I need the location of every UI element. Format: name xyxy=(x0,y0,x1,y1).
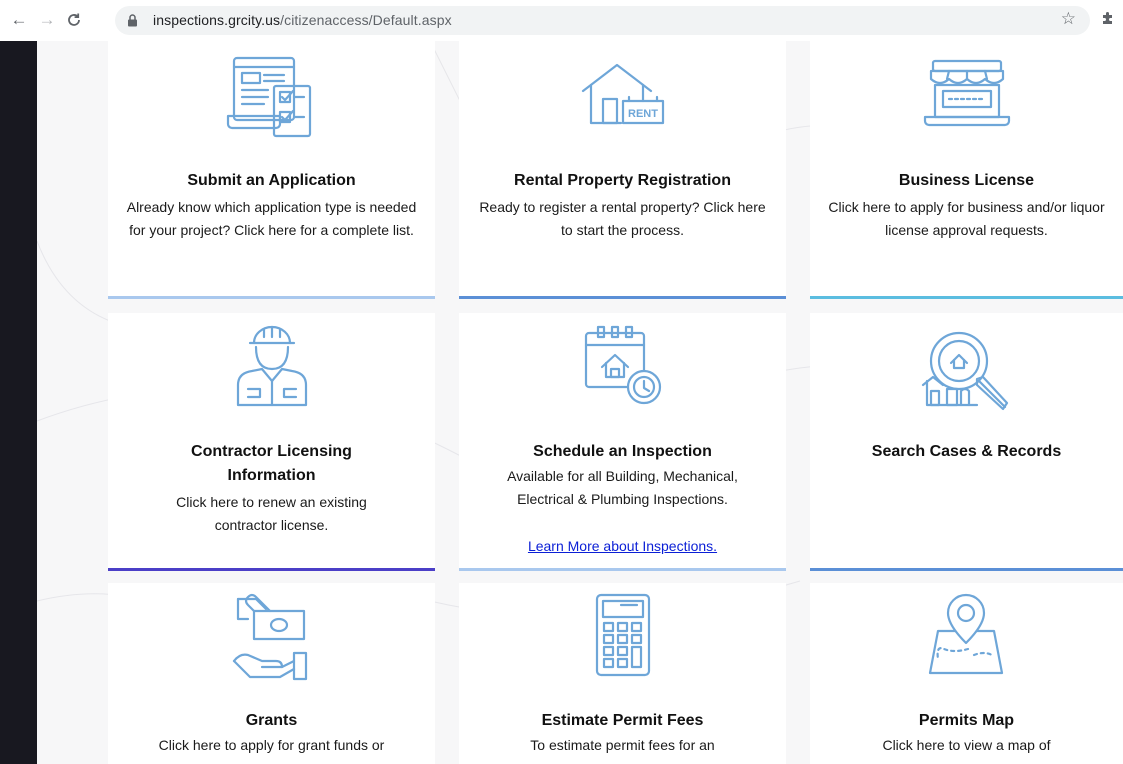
card-accent-bar xyxy=(810,568,1123,571)
card-search-records[interactable]: Search Cases & Records xyxy=(810,313,1123,571)
reload-icon[interactable] xyxy=(63,9,85,31)
card-title: Rental Property Registration xyxy=(514,172,731,189)
svg-text:RENT: RENT xyxy=(628,108,658,120)
card-accent-bar xyxy=(459,568,786,571)
card-title: Estimate Permit Fees xyxy=(541,712,704,729)
calendar-clock-icon xyxy=(584,325,661,405)
card-accent-bar xyxy=(810,296,1123,299)
card-business-license[interactable]: Business License Click here to apply for… xyxy=(810,41,1123,299)
card-description: Already know which application type is n… xyxy=(126,199,417,238)
card-permits-map[interactable]: Permits Map Click here to view a map of xyxy=(810,583,1123,764)
card-rental-registration[interactable]: RENT Rental Property Registration Ready … xyxy=(459,41,786,299)
lock-icon xyxy=(127,14,138,32)
card-accent-bar xyxy=(459,296,786,299)
card-accent-bar xyxy=(108,296,435,299)
card-schedule-inspection[interactable]: Schedule an Inspection Available for all… xyxy=(459,313,786,571)
card-title: Business License xyxy=(898,172,1035,189)
card-title: Permits Map xyxy=(918,712,1015,729)
card-estimate-fees[interactable]: Estimate Permit Fees To estimate permit … xyxy=(459,583,786,764)
extensions-puzzle-icon[interactable] xyxy=(1100,10,1116,31)
card-description: Ready to register a rental property? Cli… xyxy=(479,199,766,238)
card-description: Click here to apply for grant funds or xyxy=(158,737,385,753)
sidebar-strip xyxy=(0,41,37,764)
back-arrow-icon[interactable]: ← xyxy=(8,9,30,31)
browser-toolbar: ← → inspections.grcity.us/citizenaccess/… xyxy=(0,0,1123,41)
contractor-worker-icon xyxy=(236,325,307,407)
card-title: Search Cases & Records xyxy=(871,443,1062,460)
rental-house-icon: RENT xyxy=(581,63,664,125)
map-pin-icon xyxy=(928,593,1003,675)
page-content: Submit an Application Already know which… xyxy=(0,41,1123,764)
card-description: Click here to apply for business and/or … xyxy=(828,199,1105,238)
forward-arrow-icon[interactable]: → xyxy=(36,9,58,31)
card-title: Contractor Licensing Information xyxy=(191,443,352,484)
card-description: To estimate permit fees for an xyxy=(530,737,715,753)
card-title: Schedule an Inspection xyxy=(533,443,712,460)
address-bar[interactable]: inspections.grcity.us/citizenaccess/Defa… xyxy=(115,6,1090,35)
card-title: Submit an Application xyxy=(187,172,356,189)
url-text: inspections.grcity.us/citizenaccess/Defa… xyxy=(153,12,452,28)
card-submit-application[interactable]: Submit an Application Already know which… xyxy=(108,41,435,299)
search-house-icon xyxy=(921,331,1008,411)
card-accent-bar xyxy=(108,568,435,571)
application-form-icon xyxy=(226,56,311,138)
learn-more-inspections-link[interactable]: Learn More about Inspections. xyxy=(469,536,776,556)
card-description: Click here to view a map of xyxy=(882,737,1051,753)
card-description: Click here to renew an existing contract… xyxy=(176,494,367,533)
bookmark-star-icon[interactable]: ☆ xyxy=(1061,9,1076,29)
storefront-icon xyxy=(923,59,1010,127)
card-contractor-licensing[interactable]: Contractor Licensing Information Click h… xyxy=(108,313,435,571)
card-description: Available for all Building, Mechanical, … xyxy=(507,468,738,507)
card-title: Grants xyxy=(245,712,298,729)
grant-money-hand-icon xyxy=(232,593,307,681)
card-grants[interactable]: Grants Click here to apply for grant fun… xyxy=(108,583,435,764)
calculator-icon xyxy=(595,593,650,677)
